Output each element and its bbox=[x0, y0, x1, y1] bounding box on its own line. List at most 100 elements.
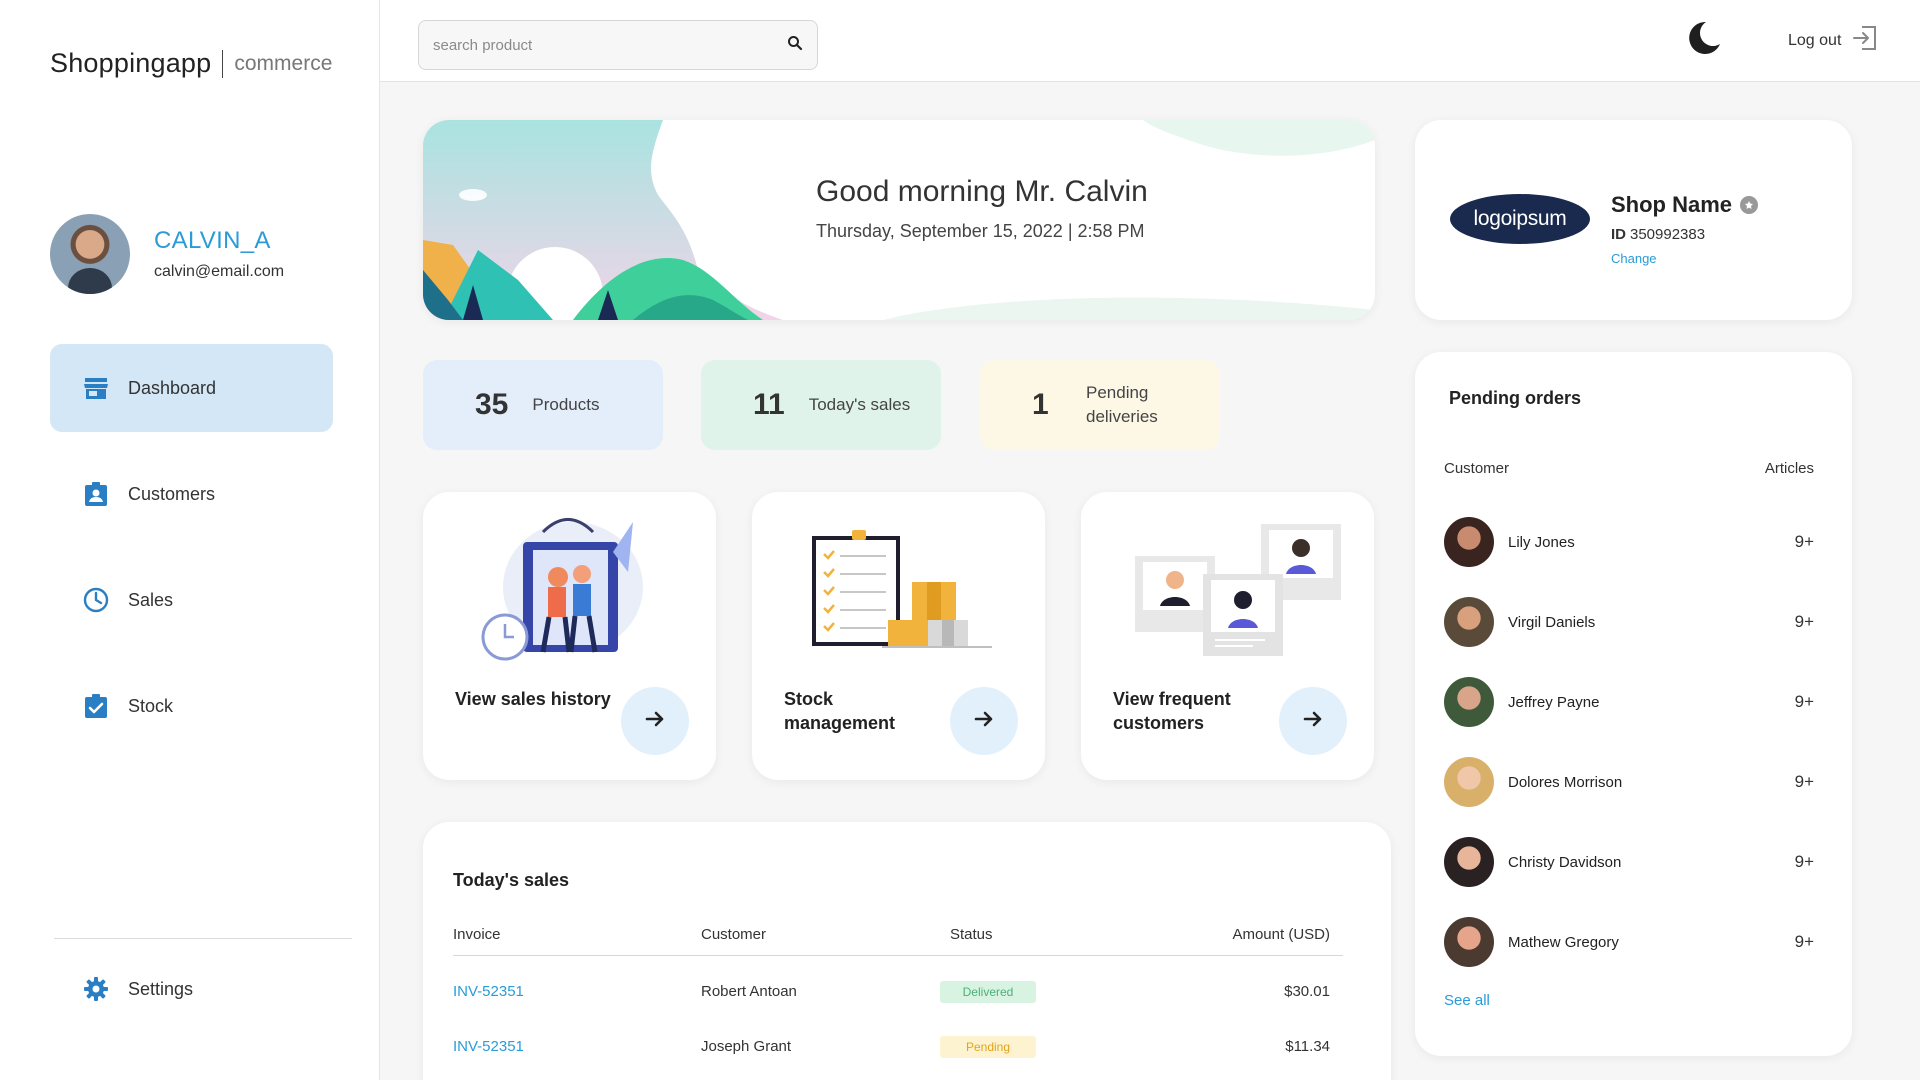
orders-header: Customer Articles bbox=[1444, 460, 1814, 477]
status-badge: Pending bbox=[940, 1035, 1036, 1058]
article-count: 9+ bbox=[1794, 772, 1814, 791]
search-input[interactable] bbox=[433, 36, 787, 54]
list-item[interactable]: Virgil Daniels 9+ bbox=[1444, 582, 1814, 662]
stat-value: 11 bbox=[753, 388, 785, 421]
status-badge: Delivered bbox=[940, 980, 1036, 1003]
customer-name: Robert Antoan bbox=[701, 983, 797, 1000]
feature-label: View sales history bbox=[455, 689, 611, 709]
list-item[interactable]: Dolores Morrison 9+ bbox=[1444, 742, 1814, 822]
logout-button[interactable]: Log out bbox=[1788, 24, 1879, 57]
list-item[interactable]: Lily Jones 9+ bbox=[1444, 502, 1814, 582]
stat-todays-sales: 11 Today's sales bbox=[701, 360, 941, 450]
stock-management-card[interactable]: Stock management bbox=[752, 492, 1045, 780]
customer-name: Jeffrey Payne bbox=[1508, 693, 1600, 711]
article-count: 9+ bbox=[1794, 692, 1814, 711]
logout-icon bbox=[1851, 24, 1879, 57]
see-all-link[interactable]: See all bbox=[1444, 992, 1490, 1009]
frequent-customers-card[interactable]: View frequent customers bbox=[1081, 492, 1374, 780]
feature-label: View frequent customers bbox=[1113, 689, 1231, 733]
sidebar-nav: Dashboard Customers Sales Stock bbox=[50, 344, 333, 768]
arrow-right-icon bbox=[1303, 710, 1323, 733]
article-count: 9+ bbox=[1794, 852, 1814, 871]
shop-name: Shop Name bbox=[1611, 192, 1759, 218]
sales-illustration bbox=[481, 518, 643, 661]
view-sales-history-button[interactable] bbox=[621, 687, 689, 755]
pending-orders-card: Pending orders Customer Articles Lily Jo… bbox=[1415, 352, 1852, 1056]
avatar bbox=[1444, 757, 1494, 807]
list-item[interactable]: Christy Davidson 9+ bbox=[1444, 822, 1814, 902]
sidebar-item-label: Customers bbox=[128, 483, 216, 504]
amount: $11.34 bbox=[1285, 1038, 1330, 1055]
table-row[interactable]: INV-52351 Robert Antoan Delivered $30.01 bbox=[453, 964, 1343, 1019]
sidebar-item-label: Sales bbox=[128, 589, 174, 610]
dark-mode-toggle[interactable] bbox=[1684, 18, 1724, 58]
article-count: 9+ bbox=[1794, 532, 1814, 551]
profile-username: CALVIN_A bbox=[154, 227, 271, 254]
sidebar-item-customers[interactable]: Customers bbox=[50, 450, 333, 538]
section-title: Pending orders bbox=[1449, 388, 1582, 408]
column-header: Status bbox=[950, 926, 993, 943]
stat-pending-deliveries: 1 Pending deliveries bbox=[980, 360, 1220, 450]
settings-label: Settings bbox=[128, 978, 194, 999]
sidebar-item-label: Dashboard bbox=[128, 377, 217, 398]
invoice-link[interactable]: INV-52351 bbox=[453, 1038, 701, 1055]
brand-subtitle: commerce bbox=[234, 51, 333, 75]
moon-icon bbox=[1684, 21, 1724, 62]
sidebar-item-dashboard[interactable]: Dashboard bbox=[50, 344, 333, 432]
search-box bbox=[418, 20, 818, 70]
avatar bbox=[1444, 677, 1494, 727]
stat-label: Pending deliveries bbox=[1086, 383, 1158, 426]
greeting-title: Good morning Mr. Calvin bbox=[816, 175, 1148, 208]
customer-name: Christy Davidson bbox=[1508, 853, 1622, 871]
list-item[interactable]: Jeffrey Payne 9+ bbox=[1444, 662, 1814, 742]
brand[interactable]: Shoppingapp commerce bbox=[50, 48, 332, 79]
shop-name-text: Shop Name bbox=[1611, 192, 1733, 217]
article-count: 9+ bbox=[1794, 612, 1814, 631]
stat-products: 35 Products bbox=[423, 360, 663, 450]
table-row[interactable]: INV-52351 Joseph Grant Pending $11.34 bbox=[453, 1019, 1343, 1074]
sidebar-item-settings[interactable]: Settings bbox=[50, 954, 333, 1024]
avatar bbox=[1444, 597, 1494, 647]
column-header: Customer bbox=[701, 926, 767, 943]
customer-name: Joseph Grant bbox=[701, 1038, 792, 1055]
stat-label: Products bbox=[532, 395, 600, 414]
clock-icon bbox=[82, 586, 110, 614]
gear-icon bbox=[82, 975, 110, 1003]
sidebar: Shoppingapp commerce CALVIN_A calvin@ema… bbox=[0, 0, 380, 1080]
orders-list: Lily Jones 9+ Virgil Daniels 9+ Jeffrey … bbox=[1444, 502, 1814, 982]
section-title: Today's sales bbox=[453, 870, 570, 890]
column-header: Customer bbox=[1444, 460, 1510, 477]
search-icon[interactable] bbox=[787, 35, 803, 56]
column-header: Amount (USD) bbox=[1232, 926, 1330, 943]
brand-name: Shoppingapp bbox=[50, 48, 212, 78]
stat-label: Today's sales bbox=[808, 395, 911, 414]
customer-name: Dolores Morrison bbox=[1508, 773, 1623, 791]
stock-management-button[interactable] bbox=[950, 687, 1018, 755]
amount: $30.01 bbox=[1284, 983, 1330, 1000]
customer-name: Lily Jones bbox=[1508, 533, 1575, 551]
sidebar-item-sales[interactable]: Sales bbox=[50, 556, 333, 644]
customer-name: Mathew Gregory bbox=[1508, 933, 1619, 951]
top-bar: Log out bbox=[380, 0, 1920, 82]
arrow-right-icon bbox=[974, 710, 994, 733]
greeting-date: Thursday, September 15, 2022 | 2:58 PM bbox=[816, 221, 1145, 241]
profile-email: calvin@email.com bbox=[154, 263, 285, 280]
sales-table: Invoice Customer Status Amount (USD) INV… bbox=[453, 914, 1343, 1074]
shop-id-value: 350992383 bbox=[1630, 226, 1706, 243]
view-frequent-customers-button[interactable] bbox=[1279, 687, 1347, 755]
list-item[interactable]: Mathew Gregory 9+ bbox=[1444, 902, 1814, 982]
invoice-link[interactable]: INV-52351 bbox=[453, 983, 701, 1000]
sidebar-divider bbox=[54, 938, 352, 939]
change-shop-link[interactable]: Change bbox=[1611, 251, 1657, 266]
landscape-illustration bbox=[423, 120, 1375, 320]
customer-name: Virgil Daniels bbox=[1508, 613, 1596, 631]
stat-value: 1 bbox=[1032, 388, 1049, 421]
article-count: 9+ bbox=[1794, 932, 1814, 951]
user-profile[interactable]: CALVIN_A calvin@email.com bbox=[50, 214, 284, 294]
sidebar-item-stock[interactable]: Stock bbox=[50, 662, 333, 750]
shop-card: logoipsum Shop Name ID 350992383 Change bbox=[1415, 120, 1852, 320]
avatar bbox=[1444, 837, 1494, 887]
todays-sales-card: Today's sales Invoice Customer Status Am… bbox=[423, 822, 1391, 1080]
arrow-right-icon bbox=[645, 710, 665, 733]
sales-history-card[interactable]: View sales history bbox=[423, 492, 716, 780]
